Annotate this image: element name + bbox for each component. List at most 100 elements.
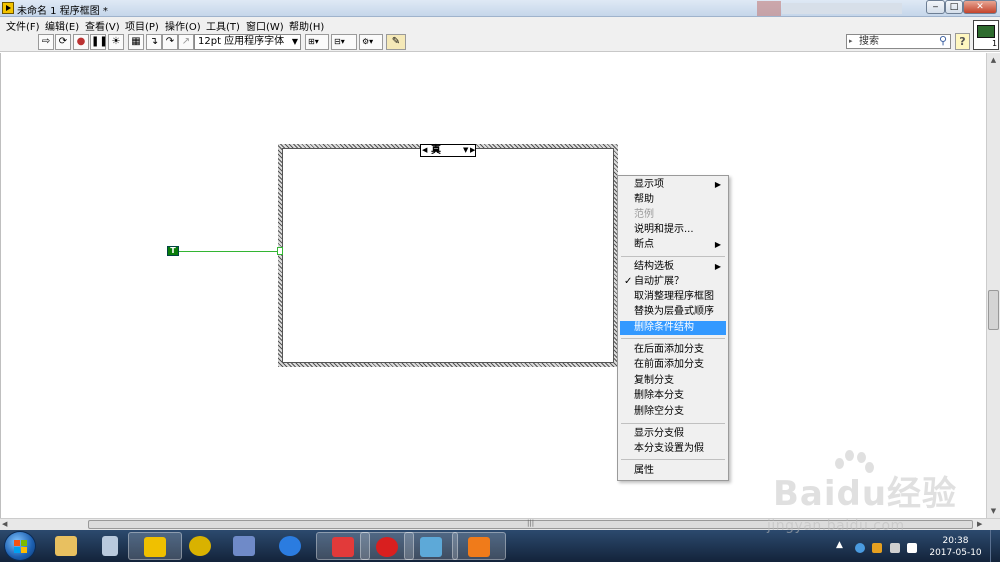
retain-wire-values-icon[interactable]: ▦ [128,34,144,50]
case-structure[interactable] [278,144,618,367]
align-objects-dropdown[interactable]: ⊞▾ [305,34,329,50]
menu-item-remove-case-structure[interactable]: 删除条件结构 [620,321,726,335]
submenu-arrow-icon: ▶ [714,180,721,189]
menu-item-auto-grow[interactable]: ✓ 自动扩展？ [620,275,726,289]
watermark-url: jingyan.baidu.com [767,518,905,534]
menu-item-make-this-case-false[interactable]: 本分支设置为假 [620,442,726,456]
menu-item-duplicate-case[interactable]: 复制分支 [620,374,726,388]
tray-network-icon[interactable] [855,543,865,553]
step-into-icon[interactable]: ↴ [146,34,162,50]
menu-item-label: 取消整理程序框图 [634,291,714,302]
step-over-icon[interactable]: ↷ [162,34,178,50]
vertical-scroll-thumb[interactable] [988,290,999,330]
menu-item-label: 显示分支假 [634,428,684,439]
menu-tools[interactable]: 工具(T) [206,18,240,33]
menu-file[interactable]: 文件(F) [6,18,40,33]
tray-overflow-arrow[interactable]: ▲ [836,540,843,550]
menu-separator [621,423,725,424]
case-structure-interior[interactable] [282,148,614,363]
menu-item-breakpoint[interactable]: 断点 ▶ [620,238,726,252]
menu-item-structures-palette[interactable]: 结构选板 ▶ [620,260,726,274]
app-red-icon [332,537,354,557]
search-expand-icon[interactable]: ▸ [849,35,853,48]
case-selector-label[interactable]: ◀ 真 ▼ ▶ [420,144,476,157]
pause-icon[interactable]: ❚❚ [90,34,108,50]
distribute-objects-dropdown[interactable]: ⊟▾ [331,34,357,50]
app-icon [189,536,211,556]
menu-item-show-case-false[interactable]: 显示分支假 [620,427,726,441]
menu-item-help[interactable]: 帮助 [620,193,726,207]
case-selector-terminal[interactable] [277,247,283,255]
scroll-right-icon[interactable]: ▶ [977,519,982,530]
menu-item-undo-clean-up-diagram[interactable]: 取消整理程序框图 [620,290,726,304]
taskbar-teamviewer[interactable] [264,532,318,560]
decrement-case-icon[interactable]: ◀ [422,145,427,156]
menu-edit[interactable]: 编辑(E) [45,18,79,33]
menu-window[interactable]: 窗口(W) [246,18,284,33]
scroll-left-icon[interactable]: ◀ [2,519,7,530]
power-icon[interactable] [907,543,917,553]
highlight-execution-icon[interactable]: ☀ [108,34,124,50]
menu-item-delete-this-case[interactable]: 删除本分支 [620,389,726,403]
baidu-watermark: Baidu经验 jingyan.baidu.com [765,450,975,536]
boolean-wire[interactable] [179,251,279,252]
scroll-grip-icon: ||| [527,519,535,527]
search-box[interactable]: ▸ 搜索 ⚲ [846,34,951,49]
teamviewer-icon [279,536,301,556]
menu-item-label: 说明和提示... [634,224,694,235]
labview-app-icon[interactable] [2,2,14,14]
search-input[interactable]: 搜索 [859,35,879,48]
menu-item-label: 显示项 [634,179,664,190]
taskbar-app-9[interactable] [404,532,458,560]
menu-separator [621,459,725,460]
font-select[interactable]: 12pt 应用程序字体 ▼ [194,34,301,50]
search-icon[interactable]: ⚲ [939,34,947,47]
clean-up-diagram-icon[interactable]: ✎ [386,34,406,50]
menu-item-add-case-before[interactable]: 在前面添加分支 [620,358,726,372]
run-arrow-icon[interactable]: ⇨ [38,34,54,50]
step-out-icon[interactable]: ↗ [178,34,194,50]
menu-item-show-items[interactable]: 显示项 ▶ [620,178,726,192]
menu-item-description-and-tip[interactable]: 说明和提示... [620,223,726,237]
vi-icon[interactable]: 1 [973,20,999,50]
menu-separator [621,338,725,339]
start-button[interactable] [4,531,36,561]
run-continuously-icon[interactable]: ⟳ [55,34,71,50]
menu-help[interactable]: 帮助(H) [289,18,324,33]
scroll-up-icon[interactable]: ▲ [988,54,999,66]
menu-item-label: 删除条件结构 [634,322,694,333]
scroll-down-icon[interactable]: ▼ [988,505,999,517]
menu-item-add-case-after[interactable]: 在后面添加分支 [620,343,726,357]
clock[interactable]: 20:38 2017-05-10 [928,535,983,559]
checkmark-icon: ✓ [624,276,633,287]
menu-view[interactable]: 查看(V) [85,18,120,33]
taskbar-app-10[interactable] [452,532,506,560]
abort-icon[interactable]: ● [73,34,89,50]
close-button[interactable]: ✕ [963,0,997,14]
minimize-button[interactable]: ‒ [926,0,945,14]
window-title: 未命名 1 程序框图 * [17,6,108,17]
show-desktop-button[interactable] [990,530,1000,562]
labview-icon [144,537,166,557]
maximize-button[interactable]: □ [945,0,963,14]
volume-icon[interactable] [890,543,900,553]
menu-item-replace-with-stacked-sequence[interactable]: 替换为层叠式顺序 [620,305,726,319]
menu-item-label: 断点 [634,239,654,250]
menu-project[interactable]: 项目(P) [125,18,159,33]
menu-operate[interactable]: 操作(O) [165,18,201,33]
menu-item-properties[interactable]: 属性 [620,464,726,478]
menu-item-label: 范例 [634,209,654,220]
boolean-true-constant[interactable]: T [167,246,179,256]
menu-item-remove-empty-cases[interactable]: 删除空分支 [620,405,726,419]
context-help-button[interactable]: ? [955,33,970,50]
increment-case-icon[interactable]: ▶ [470,145,475,156]
presentation-icon [468,537,490,557]
font-select-value: 12pt 应用程序字体 [198,36,285,47]
reorder-dropdown[interactable]: ⚙▾ [359,34,383,50]
vertical-scrollbar[interactable]: ▲ ▼ [986,53,1000,518]
clock-time: 20:38 [942,536,969,546]
menu-item-label: 属性 [634,465,654,476]
tray-app-icon[interactable] [872,543,882,553]
case-dropdown-icon[interactable]: ▼ [463,145,468,156]
clock-date: 2017-05-10 [929,548,982,558]
